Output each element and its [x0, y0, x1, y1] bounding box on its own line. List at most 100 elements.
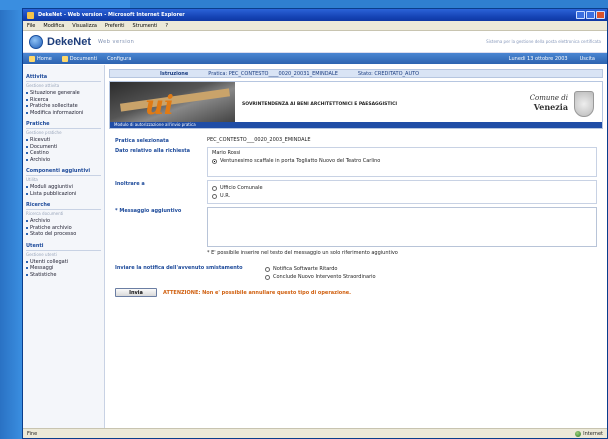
- nav-configura[interactable]: Configura: [107, 56, 131, 62]
- comune-line2: Venezia: [533, 102, 568, 112]
- related-option-label: Ventunesimo scaffale in porta Togliatto …: [220, 158, 381, 164]
- nav-right: Lunedi 13 ottobre 2003 Uscita: [509, 56, 607, 62]
- comune-label: Comune di Venezia: [530, 94, 568, 112]
- sidebar-item-modifica[interactable]: Modifica informazioni: [26, 110, 101, 117]
- related-label: Dato relativo alla richiesta: [115, 148, 191, 154]
- infobar-label: Istruzione: [160, 70, 189, 77]
- header-banner: ui SOVRINTENDENZA AI BENI ARCHITETTONICI…: [109, 81, 603, 129]
- practice-value: PEC_CONTESTO___0020_2003_EMINDALE: [207, 137, 311, 143]
- sidebar: Attivita Gestione attivita Situazione ge…: [23, 65, 105, 428]
- dekenet-logo-icon: [29, 34, 43, 49]
- banner-title: SOVRINTENDENZA AI BENI ARCHITETTONICI E …: [242, 102, 398, 107]
- window-controls: [576, 11, 607, 19]
- brand-name: DekeNet: [47, 35, 92, 48]
- forward-option-2[interactable]: U.R.: [212, 193, 592, 199]
- documents-icon: [61, 55, 68, 62]
- status-zone: Internet: [575, 430, 603, 437]
- menu-bar: File Modifica Visualizza Preferiti Strum…: [23, 21, 607, 31]
- menu-file[interactable]: File: [27, 23, 35, 29]
- warning-text: ATTENZIONE: Non e' possibile annullare q…: [163, 289, 352, 296]
- notify-option-2[interactable]: Conclude Nuovo Intervento Straordinario: [265, 274, 603, 280]
- city-crest-icon: [574, 91, 594, 117]
- infobar-practice: Pratica: PEC_CONTESTO____0020_20031_EMIN…: [208, 70, 338, 77]
- forward-option-1-label: Ufficio Comunale: [220, 185, 263, 191]
- radio-icon[interactable]: [212, 193, 217, 199]
- nav-home-label: Home: [37, 55, 52, 62]
- practice-info-bar: Istruzione Pratica: PEC_CONTESTO____0020…: [109, 69, 603, 78]
- sidebar-section-title: Componenti aggiuntivi: [26, 168, 101, 176]
- sidebar-item-pubblicazioni[interactable]: Lista pubblicazioni: [26, 191, 101, 198]
- status-left: Fine: [27, 430, 38, 437]
- sidebar-item-archivio[interactable]: Archivio: [26, 157, 101, 164]
- nav-home[interactable]: Home: [29, 55, 52, 62]
- related-panel: Mario Rossi Ventunesimo scaffale in port…: [207, 147, 597, 177]
- notify-row: Inviare la notifica dell'avvenuto smista…: [115, 264, 603, 282]
- practice-row: Pratica selezionata PEC_CONTESTO___0020_…: [115, 137, 603, 144]
- sidebar-section-subtitle: Ricerca documenti: [26, 211, 64, 216]
- minimize-icon[interactable]: [576, 11, 585, 19]
- window-title: DekeNet - Web version - Microsoft Intern…: [38, 12, 185, 18]
- forward-option-2-label: U.R.: [220, 193, 231, 199]
- browser-icon: [27, 11, 34, 19]
- submit-button[interactable]: Invia: [115, 288, 157, 297]
- maximize-icon[interactable]: [586, 11, 595, 19]
- sidebar-section-utenti: Utenti Gestione utenti Utenti collegati …: [26, 243, 101, 279]
- desktop-background: [0, 0, 22, 439]
- related-row: Dato relativo alla richiesta Mario Rossi…: [115, 147, 603, 177]
- related-name: Mario Rossi: [212, 150, 241, 156]
- status-right: Internet: [583, 430, 603, 437]
- sidebar-section-componenti: Componenti aggiuntivi Utilita Moduli agg…: [26, 168, 101, 197]
- menu-visualizza[interactable]: Visualizza: [72, 23, 97, 29]
- message-row: * Messaggio aggiuntivo: [115, 207, 603, 247]
- sidebar-section-subtitle: Gestione attivita: [26, 83, 60, 88]
- menu-preferiti[interactable]: Preferiti: [105, 23, 125, 29]
- close-icon[interactable]: [596, 11, 605, 19]
- infobar-state: Stato: CREDITATO_AUTO: [357, 70, 420, 77]
- sidebar-section-title: Utenti: [26, 243, 101, 251]
- sidebar-section-subtitle: Gestione pratiche: [26, 130, 62, 135]
- home-icon: [29, 55, 35, 62]
- notify-label: Inviare la notifica dell'avvenuto smista…: [115, 265, 243, 271]
- sidebar-section-subtitle: Utilita: [26, 177, 38, 182]
- authorization-form: Pratica selezionata PEC_CONTESTO___0020_…: [115, 137, 603, 297]
- message-textarea[interactable]: [207, 207, 597, 247]
- nav-bar: Home Documenti Configura Lunedi 13 ottob…: [23, 53, 607, 64]
- radio-icon[interactable]: [265, 266, 270, 272]
- brand-subtitle: Web version: [98, 38, 135, 45]
- nav-configura-label: Configura: [107, 55, 132, 62]
- forward-row: Inoltrare a Ufficio Comunale U.R.: [115, 180, 603, 204]
- sidebar-section-subtitle: Gestione utenti: [26, 251, 57, 257]
- radio-icon[interactable]: [265, 274, 270, 280]
- sidebar-item-statistiche[interactable]: Statistiche: [26, 272, 101, 279]
- radio-icon[interactable]: [212, 185, 217, 191]
- browser-window: DekeNet - Web version - Microsoft Intern…: [22, 8, 608, 439]
- comune-line1: Comune di: [529, 94, 568, 102]
- menu-help[interactable]: ?: [165, 23, 168, 29]
- content-area: Istruzione Pratica: PEC_CONTESTO____0020…: [105, 65, 607, 428]
- sidebar-section-title: Pratiche: [26, 121, 101, 129]
- notify-options: Notifica Softwarte Ritardo Conclude Nuov…: [265, 264, 603, 282]
- title-bar: DekeNet - Web version - Microsoft Intern…: [23, 9, 607, 21]
- banner-logo: ui: [145, 91, 174, 121]
- sidebar-section-attivita: Attivita Gestione attivita Situazione ge…: [26, 74, 101, 116]
- sidebar-section-title: Attivita: [26, 74, 101, 82]
- internet-globe-icon: [575, 430, 582, 437]
- nav-documenti[interactable]: Documenti: [61, 55, 98, 62]
- forward-label: Inoltrare a: [115, 181, 145, 187]
- menu-modifica[interactable]: Modifica: [43, 23, 64, 29]
- message-label: * Messaggio aggiuntivo: [115, 208, 182, 214]
- notify-option-1[interactable]: Notifica Softwarte Ritardo: [265, 266, 603, 272]
- sidebar-item-stato-processo[interactable]: Stato del processo: [26, 231, 101, 238]
- sidebar-section-title: Ricerche: [26, 202, 101, 210]
- menu-strumenti[interactable]: Strumenti: [133, 23, 158, 29]
- radio-selected-icon[interactable]: [212, 158, 217, 164]
- logout-link[interactable]: Uscita: [580, 56, 595, 62]
- practice-label: Pratica selezionata: [115, 138, 169, 144]
- banner-strip: Modulo di autorizzazione all'invio prati…: [110, 122, 602, 128]
- forward-panel: Ufficio Comunale U.R.: [207, 180, 597, 204]
- forward-option-1[interactable]: Ufficio Comunale: [212, 185, 592, 191]
- notify-option-2-label: Conclude Nuovo Intervento Straordinario: [273, 274, 376, 280]
- related-option[interactable]: Ventunesimo scaffale in porta Togliatto …: [212, 158, 592, 164]
- nav-date: Lunedi 13 ottobre 2003: [508, 55, 568, 62]
- nav-documenti-label: Documenti: [69, 55, 98, 62]
